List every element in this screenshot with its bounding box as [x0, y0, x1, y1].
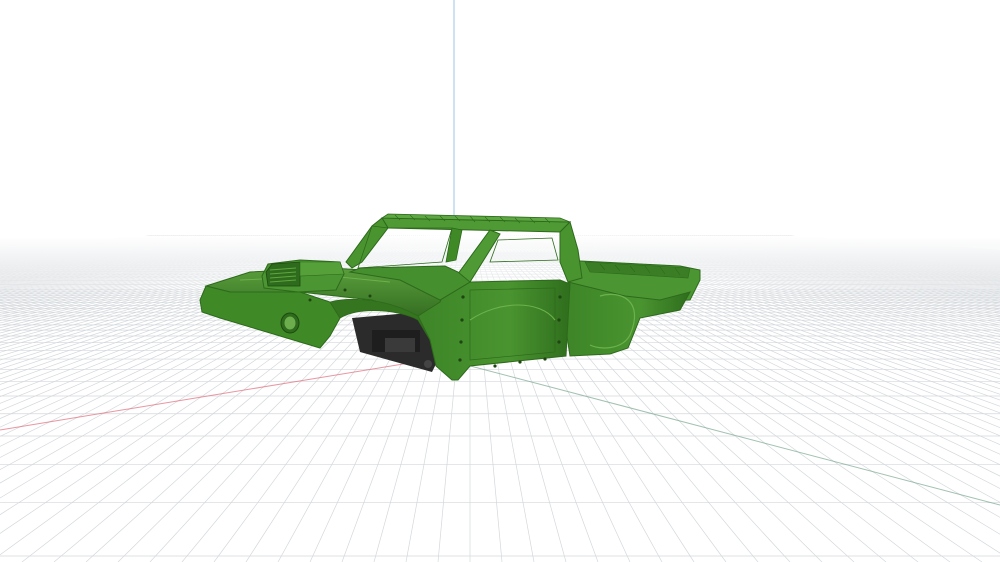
y-axis-line	[439, 357, 1000, 506]
3d-viewport[interactable]	[0, 0, 1000, 562]
x-axis-line	[0, 357, 441, 431]
hood-scoop	[261, 259, 345, 293]
viewport-canvas[interactable]	[0, 0, 1000, 562]
